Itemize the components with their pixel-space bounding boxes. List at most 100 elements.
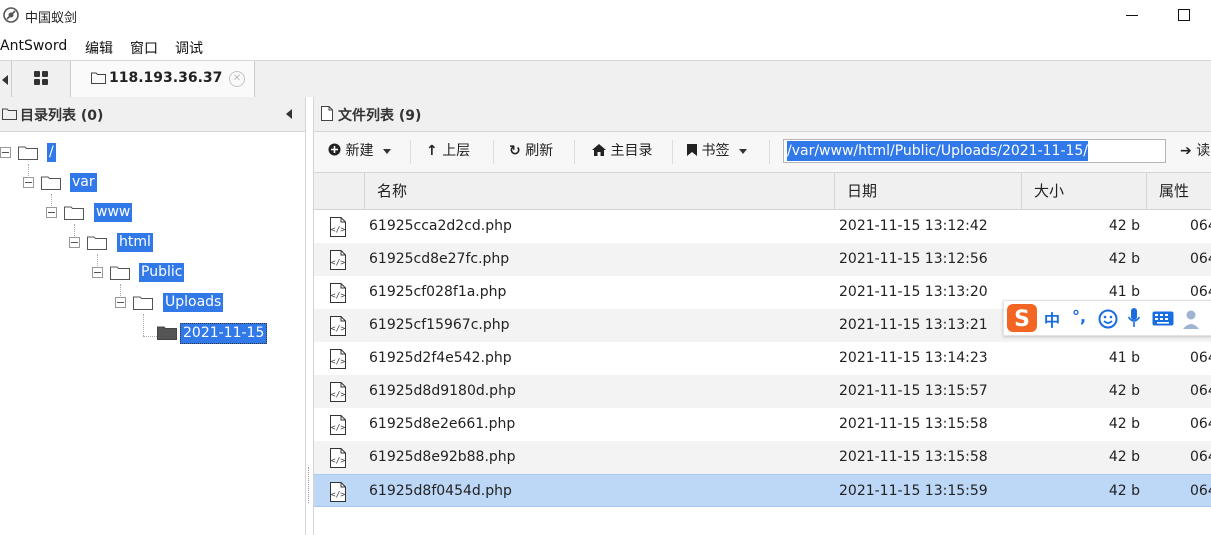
file-name: 61925cd8e27fc.php	[369, 251, 510, 267]
table-row[interactable]: </> 61925d8e2e661.php 2021-11-15 13:15:5…	[314, 408, 1211, 441]
chevron-down-icon	[739, 148, 748, 154]
tree-toggle-icon[interactable]	[0, 147, 11, 158]
tab-bar: 118.193.36.37 ✕	[0, 60, 1211, 98]
file-name: 61925d8e92b88.php	[369, 449, 516, 465]
file-name: 61925cf028f1a.php	[369, 284, 507, 300]
tree-node-var[interactable]: var	[23, 171, 293, 193]
tree-node-public[interactable]: Public	[92, 261, 302, 283]
table-row[interactable]: </> 61925d8d9180d.php 2021-11-15 13:15:5…	[314, 375, 1211, 408]
bookmark-button[interactable]: 书签	[687, 140, 748, 164]
tree-toggle-icon[interactable]	[69, 237, 80, 248]
plus-circle-icon	[328, 143, 341, 156]
ime-toolbar[interactable]: S 中 °,	[1003, 300, 1211, 336]
tree-toggle-icon[interactable]	[46, 207, 57, 218]
file-date: 2021-11-15 13:15:57	[839, 383, 988, 399]
tree-label-var[interactable]: var	[70, 173, 97, 192]
folder-open-icon	[64, 206, 84, 220]
refresh-button-label: 刷新	[525, 143, 554, 159]
read-path-button[interactable]: ➔ 读	[1180, 140, 1210, 160]
tree-label-html[interactable]: html	[117, 233, 153, 252]
tree-node-html[interactable]: html	[69, 231, 299, 253]
tree-label-uploads[interactable]: Uploads	[163, 293, 224, 312]
ime-mode-label[interactable]: 中	[1044, 307, 1060, 331]
folder-open-icon	[18, 146, 38, 160]
file-date: 2021-11-15 13:13:21	[839, 317, 988, 333]
table-row-selected[interactable]: </> 61925d8f0454d.php 2021-11-15 13:15:5…	[314, 474, 1211, 507]
emoji-icon[interactable]	[1098, 309, 1118, 329]
table-row[interactable]: </> 61925cd8e27fc.php 2021-11-15 13:12:5…	[314, 243, 1211, 276]
table-row[interactable]: </> 61925d8e92b88.php 2021-11-15 13:15:5…	[314, 441, 1211, 474]
file-panel-header: 文件列表 (9)	[314, 97, 1211, 132]
tree-toggle-icon[interactable]	[115, 297, 126, 308]
keyboard-icon[interactable]	[1152, 311, 1174, 326]
svg-text:</>: </>	[331, 490, 346, 499]
file-attr: 0644	[1190, 416, 1211, 432]
tree-node-uploads[interactable]: Uploads	[115, 291, 300, 313]
tree-node-root[interactable]: /	[0, 141, 300, 163]
home-dir-button-label: 主目录	[610, 143, 653, 159]
ime-punct-label[interactable]: °,	[1072, 307, 1086, 326]
file-size: 42 b	[1108, 251, 1140, 267]
file-date: 2021-11-15 13:13:20	[839, 284, 988, 300]
tree-label-root[interactable]: /	[47, 143, 56, 162]
maximize-button[interactable]	[1172, 4, 1196, 26]
directory-panel-header: 目录列表 (0)	[0, 97, 305, 132]
tab-label: 118.193.36.37	[109, 70, 223, 86]
file-name: 61925d2f4e542.php	[369, 350, 512, 366]
collapse-panel-icon[interactable]	[286, 109, 292, 119]
tree-label-public[interactable]: Public	[139, 263, 185, 282]
antsword-logo-icon	[3, 7, 19, 23]
svg-text:</>: </>	[331, 456, 346, 465]
refresh-icon: ↻	[509, 143, 521, 159]
menu-antsword[interactable]: AntSword	[0, 38, 67, 54]
file-date: 2021-11-15 13:15:59	[839, 483, 988, 499]
home-dir-button[interactable]: 主目录	[592, 140, 652, 164]
folder-icon	[91, 72, 106, 84]
path-input[interactable]: /var/www/html/Public/Uploads/2021-11-15/	[783, 139, 1166, 163]
tree-label-www[interactable]: www	[94, 203, 133, 222]
up-button[interactable]: ↑ 上层	[426, 140, 470, 164]
minimize-button[interactable]	[1120, 4, 1144, 26]
php-file-icon: </>	[330, 349, 346, 369]
path-input-value: /var/www/html/Public/Uploads/2021-11-15/	[787, 141, 1089, 161]
refresh-button[interactable]: ↻ 刷新	[509, 140, 553, 164]
svg-text:</>: </>	[331, 291, 346, 300]
php-file-icon: </>	[330, 415, 346, 435]
tree-toggle-icon[interactable]	[92, 267, 103, 278]
tree-toggle-icon[interactable]	[23, 177, 34, 188]
file-attr: 0644	[1190, 350, 1211, 366]
new-button[interactable]: 新建	[328, 140, 392, 164]
column-date[interactable]: 日期	[834, 173, 1021, 209]
file-date: 2021-11-15 13:12:42	[839, 218, 988, 234]
file-attr: 0644	[1190, 251, 1211, 267]
user-skin-icon[interactable]	[1181, 308, 1201, 330]
title-bar: 中国蚁剑	[0, 0, 1211, 32]
folder-open-icon	[41, 176, 61, 190]
home-icon	[592, 144, 606, 156]
folder-icon	[2, 108, 17, 120]
menu-edit[interactable]: 编辑	[85, 38, 113, 58]
column-size[interactable]: 大小	[1021, 173, 1146, 209]
tree-node-www[interactable]: www	[46, 201, 296, 223]
tab-close-icon[interactable]: ✕	[229, 71, 245, 87]
file-name: 61925d8f0454d.php	[369, 483, 512, 499]
file-date: 2021-11-15 13:12:56	[839, 251, 988, 267]
column-name[interactable]: 名称	[364, 173, 834, 209]
table-row[interactable]: </> 61925cca2d2cd.php 2021-11-15 13:12:4…	[314, 210, 1211, 243]
tree-node-date-folder[interactable]: 2021-11-15	[157, 321, 297, 344]
grid-icon	[34, 71, 48, 85]
tab-shell-session[interactable]: 118.193.36.37 ✕	[71, 61, 255, 98]
tab-scroll-left-button[interactable]	[0, 61, 12, 97]
menu-debug[interactable]: 调试	[175, 38, 203, 58]
microphone-icon[interactable]	[1127, 307, 1141, 329]
menu-window[interactable]: 窗口	[130, 38, 158, 58]
tree-label-date-folder[interactable]: 2021-11-15	[180, 323, 268, 344]
table-row[interactable]: </> 61925d2f4e542.php 2021-11-15 13:14:2…	[314, 342, 1211, 375]
column-attr[interactable]: 属性	[1146, 173, 1211, 209]
tab-home[interactable]	[12, 61, 71, 97]
arrow-right-icon: ➔	[1180, 143, 1192, 159]
chevron-down-icon	[383, 148, 392, 154]
column-icon	[314, 173, 364, 209]
panel-splitter[interactable]	[306, 97, 313, 535]
file-size: 41 b	[1108, 350, 1140, 366]
